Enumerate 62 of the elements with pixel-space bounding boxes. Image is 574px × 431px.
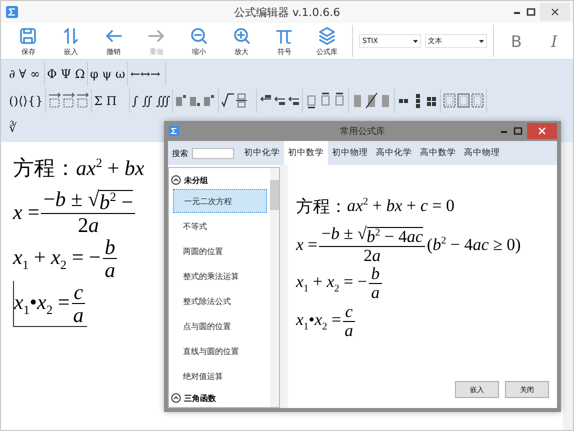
group-label[interactable]: 三角函数 [184,392,216,404]
box-arrow-icon[interactable] [62,92,75,109]
formula: 方程：ax$^{2}$ + bx + c = 0 [296,195,455,218]
close-icon [538,127,546,135]
symbol-button[interactable]: φ ψ ω [90,66,126,80]
group-label[interactable]: 未分组 [184,174,208,186]
tab[interactable]: 初中化学 [240,141,284,165]
list-item[interactable]: 直线与圆的位置 [173,339,267,363]
maximize-icon[interactable] [526,7,536,17]
box-arrow-icon[interactable] [48,92,61,109]
script-box-icon[interactable] [203,92,216,109]
list-item[interactable]: 绝对值运算 [173,364,267,388]
sigma-icon [6,6,18,18]
window-title: 公式编辑器 v.1.0.6.6 [234,4,340,20]
frame-icon[interactable] [443,92,456,109]
symbol-button[interactable]: Φ Ψ Ω [47,66,85,80]
scrollbar[interactable] [270,168,279,407]
layers-icon [317,26,338,46]
close-button[interactable] [527,123,557,139]
script-box-icon[interactable] [175,92,188,109]
frame-icon[interactable] [457,92,470,109]
dropdown-arrow-icon [478,40,484,42]
close-button[interactable] [540,3,570,21]
tab[interactable]: 高中数学 [416,141,460,165]
symbol-button[interactable]: ∫ ∬ ∭ [132,94,170,108]
up-down-arrows-icon [61,26,81,46]
scrollbar[interactable] [280,165,288,408]
formula: x = −b ± √b$^{2}$ − 4ac 2a (b$^{2}$ − 4ac ≥ 0) [296,225,521,265]
symbol-button[interactable]: ∛ [9,120,17,134]
formula: 方程：ax$^{2}$ + bx [13,154,144,182]
maximize-icon[interactable] [513,126,523,136]
zoom-out-icon [189,26,210,46]
symbol-button[interactable]: Σ Π [94,94,117,108]
search-field[interactable] [192,148,234,158]
scrollbar[interactable] [563,142,573,430]
dropdown-arrow-icon [412,40,418,42]
list-item[interactable]: 点与圆的位置 [173,314,267,338]
collapse-icon[interactable] [171,175,181,185]
collapse-icon[interactable] [171,393,181,403]
zoom-in-icon [232,26,252,46]
list-item[interactable]: 整式的乘法运算 [173,264,267,288]
sigma-icon [169,126,179,136]
list-item[interactable]: 两圆的位置 [173,239,267,263]
close-icon [551,8,559,16]
italic-button[interactable]: I [535,32,573,50]
save-icon [18,26,38,46]
symbol-button[interactable]: ()⟨⟩{} [9,94,43,108]
strike-box-icon[interactable] [365,92,378,109]
list-item[interactable]: 不等式 [173,214,267,238]
tab[interactable]: 高中化学 [372,141,416,165]
dialog-title: 常用公式库 [340,126,385,138]
symbol-button[interactable]: ←↔→ [130,66,160,80]
search-label: 搜索 [172,148,188,158]
tab[interactable]: 初中物理 [328,141,372,165]
tab[interactable]: 初中数学 [284,141,328,165]
list-item[interactable]: 整式除法公式 [173,289,267,313]
bold-button[interactable]: B [498,32,536,50]
list-item[interactable]: 一元二次方程 [173,189,267,213]
frame-icon[interactable] [471,92,484,109]
tab[interactable]: 高中物理 [460,141,504,165]
symbol-button[interactable]: ∂ ∀ ∞ [9,66,40,80]
box-arrow-icon[interactable] [76,92,89,109]
